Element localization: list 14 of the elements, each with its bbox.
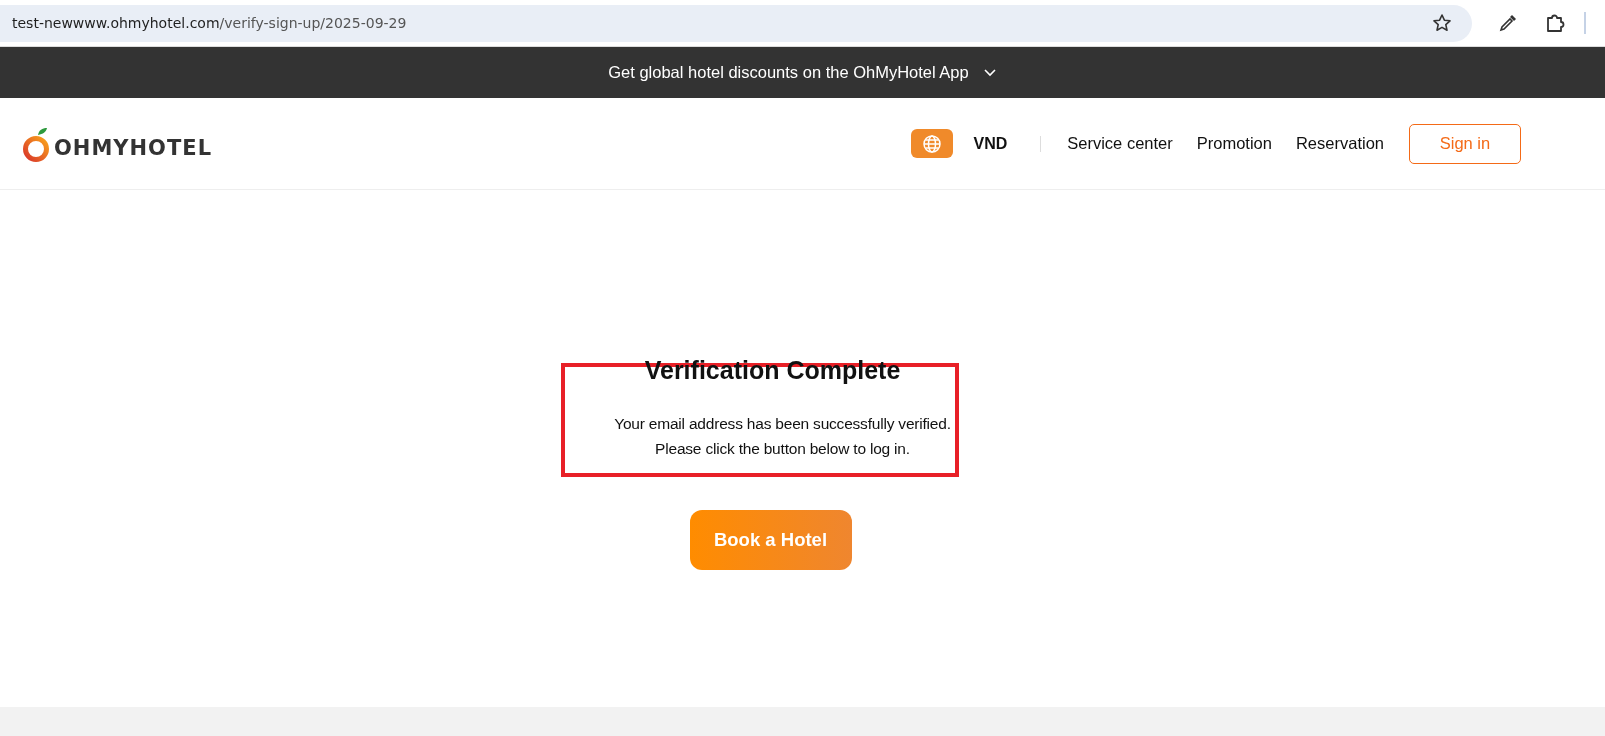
- bookmark-star-icon[interactable]: [1432, 13, 1452, 33]
- message-text: Please click the button below to log in.: [655, 439, 910, 459]
- globe-icon: [921, 133, 942, 154]
- chevron-down-icon: [982, 67, 997, 78]
- address-bar[interactable]: test-newwww.ohmyhotel.com/verify-sign-up/2025-09-29: [0, 4, 1472, 42]
- promo-text: Get global hotel discounts on the OhMyHotel App: [608, 63, 969, 82]
- nav-link[interactable]: Service center: [1067, 134, 1173, 153]
- currency-link[interactable]: VND: [973, 134, 1008, 153]
- puzzle-piece-icon[interactable]: [1544, 12, 1566, 34]
- nav-link[interactable]: Promotion: [1196, 134, 1272, 153]
- logo[interactable]: OHMYHOTEL: [22, 123, 212, 164]
- message-text: Your email address has been successfully verified.: [614, 414, 951, 434]
- app-promo-banner[interactable]: Get global hotel discounts on the OhMyHotel App: [0, 47, 1605, 98]
- nav-link[interactable]: Reservation: [1295, 134, 1384, 153]
